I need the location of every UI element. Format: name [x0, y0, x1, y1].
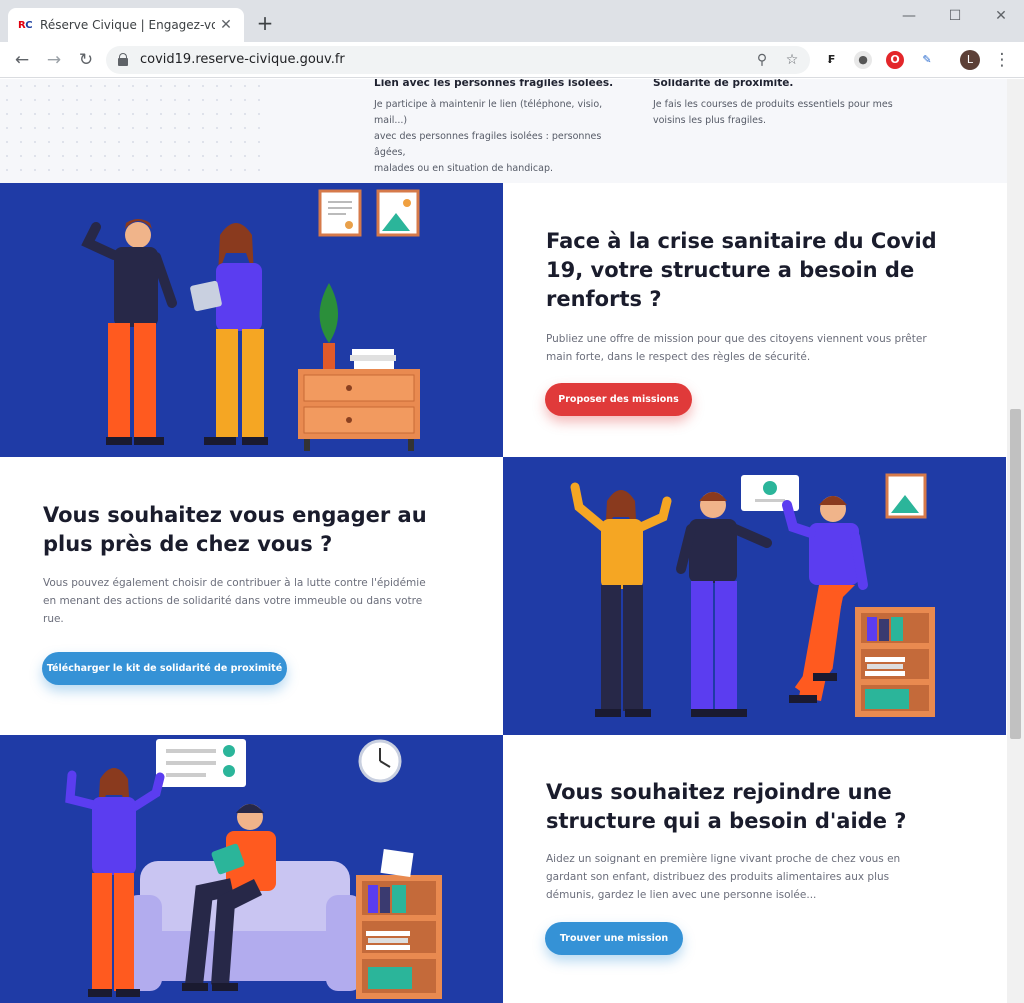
menu-kebab-icon[interactable]: ⋮ — [990, 48, 1014, 72]
section-description: Vous pouvez également choisir de contrib… — [43, 577, 426, 625]
section-engage-locally: Vous souhaitez vous engager au plus près … — [0, 457, 503, 735]
extension-feather-icon[interactable]: ✎ — [918, 51, 936, 69]
section-description: Publiez une offre de mission pour que de… — [546, 333, 927, 363]
feature-neighbor-solidarity: Solidarité de proximité. Je fais les cou… — [653, 79, 913, 129]
page-viewport: Lien avec les personnes fragiles isolées… — [0, 79, 1007, 1003]
page-scrollbar[interactable] — [1007, 79, 1024, 1003]
browser-toolbar: ← → ↻ covid19.reserve-civique.gouv.fr ⚲ … — [0, 42, 1024, 78]
forward-arrow-icon[interactable]: → — [42, 48, 66, 72]
feature-title: Solidarité de proximité. — [653, 79, 794, 89]
illustration-office-team — [0, 183, 503, 457]
browser-titlebar: RC Réserve Civique | Engagez-vous f ✕ + … — [0, 0, 1024, 42]
feature-isolated-people: Lien avec les personnes fragiles isolées… — [374, 79, 634, 177]
back-arrow-icon[interactable]: ← — [10, 48, 34, 72]
section-description: Aidez un soignant en première ligne viva… — [546, 853, 901, 901]
section-title: Vous souhaitez rejoindre une structure qu… — [546, 780, 907, 833]
section-join-structure: Vous souhaitez rejoindre une structure qu… — [503, 735, 1006, 1003]
new-tab-button[interactable]: + — [254, 13, 276, 35]
reload-icon[interactable]: ↻ — [74, 48, 98, 72]
propose-missions-button[interactable]: Proposer des missions — [545, 383, 692, 416]
tab-title: Réserve Civique | Engagez-vous f — [40, 18, 216, 32]
scrollbar-thumb[interactable] — [1010, 409, 1021, 739]
bookmark-star-icon[interactable]: ☆ — [782, 50, 802, 70]
zoom-icon[interactable]: ⚲ — [752, 50, 772, 70]
profile-avatar[interactable]: L — [960, 50, 980, 70]
find-mission-button[interactable]: Trouver une mission — [545, 922, 683, 955]
extension-f-icon[interactable]: ₣ — [822, 51, 840, 69]
site-favicon-icon: RC — [18, 19, 33, 31]
dot-pattern — [0, 79, 270, 183]
features-band: Lien avec les personnes fragiles isolées… — [0, 79, 1007, 183]
section-title: Vous souhaitez vous engager au plus près … — [43, 503, 427, 556]
maximize-icon[interactable]: ☐ — [932, 6, 978, 26]
feature-title: Lien avec les personnes fragiles isolées… — [374, 79, 614, 89]
url-text: covid19.reserve-civique.gouv.fr — [140, 52, 345, 67]
browser-tab[interactable]: RC Réserve Civique | Engagez-vous f ✕ — [8, 8, 244, 42]
extension-circle-icon[interactable]: ● — [854, 51, 872, 69]
tab-close-icon[interactable]: ✕ — [218, 17, 234, 33]
opera-extension-icon[interactable]: O — [886, 51, 904, 69]
illustration-couch-scene — [0, 735, 503, 1003]
section-title: Face à la crise sanitaire du Covid 19, vo… — [546, 229, 937, 311]
address-bar[interactable]: covid19.reserve-civique.gouv.fr ⚲ ☆ — [106, 46, 810, 74]
section-structure-needs-help: Face à la crise sanitaire du Covid 19, vo… — [503, 183, 1006, 457]
window-close-icon[interactable]: ✕ — [978, 6, 1024, 26]
illustration-three-people — [503, 457, 1006, 735]
lock-icon — [118, 53, 128, 66]
minimize-icon[interactable]: — — [886, 6, 932, 26]
download-solidarity-kit-button[interactable]: Télécharger le kit de solidarité de prox… — [42, 652, 287, 685]
